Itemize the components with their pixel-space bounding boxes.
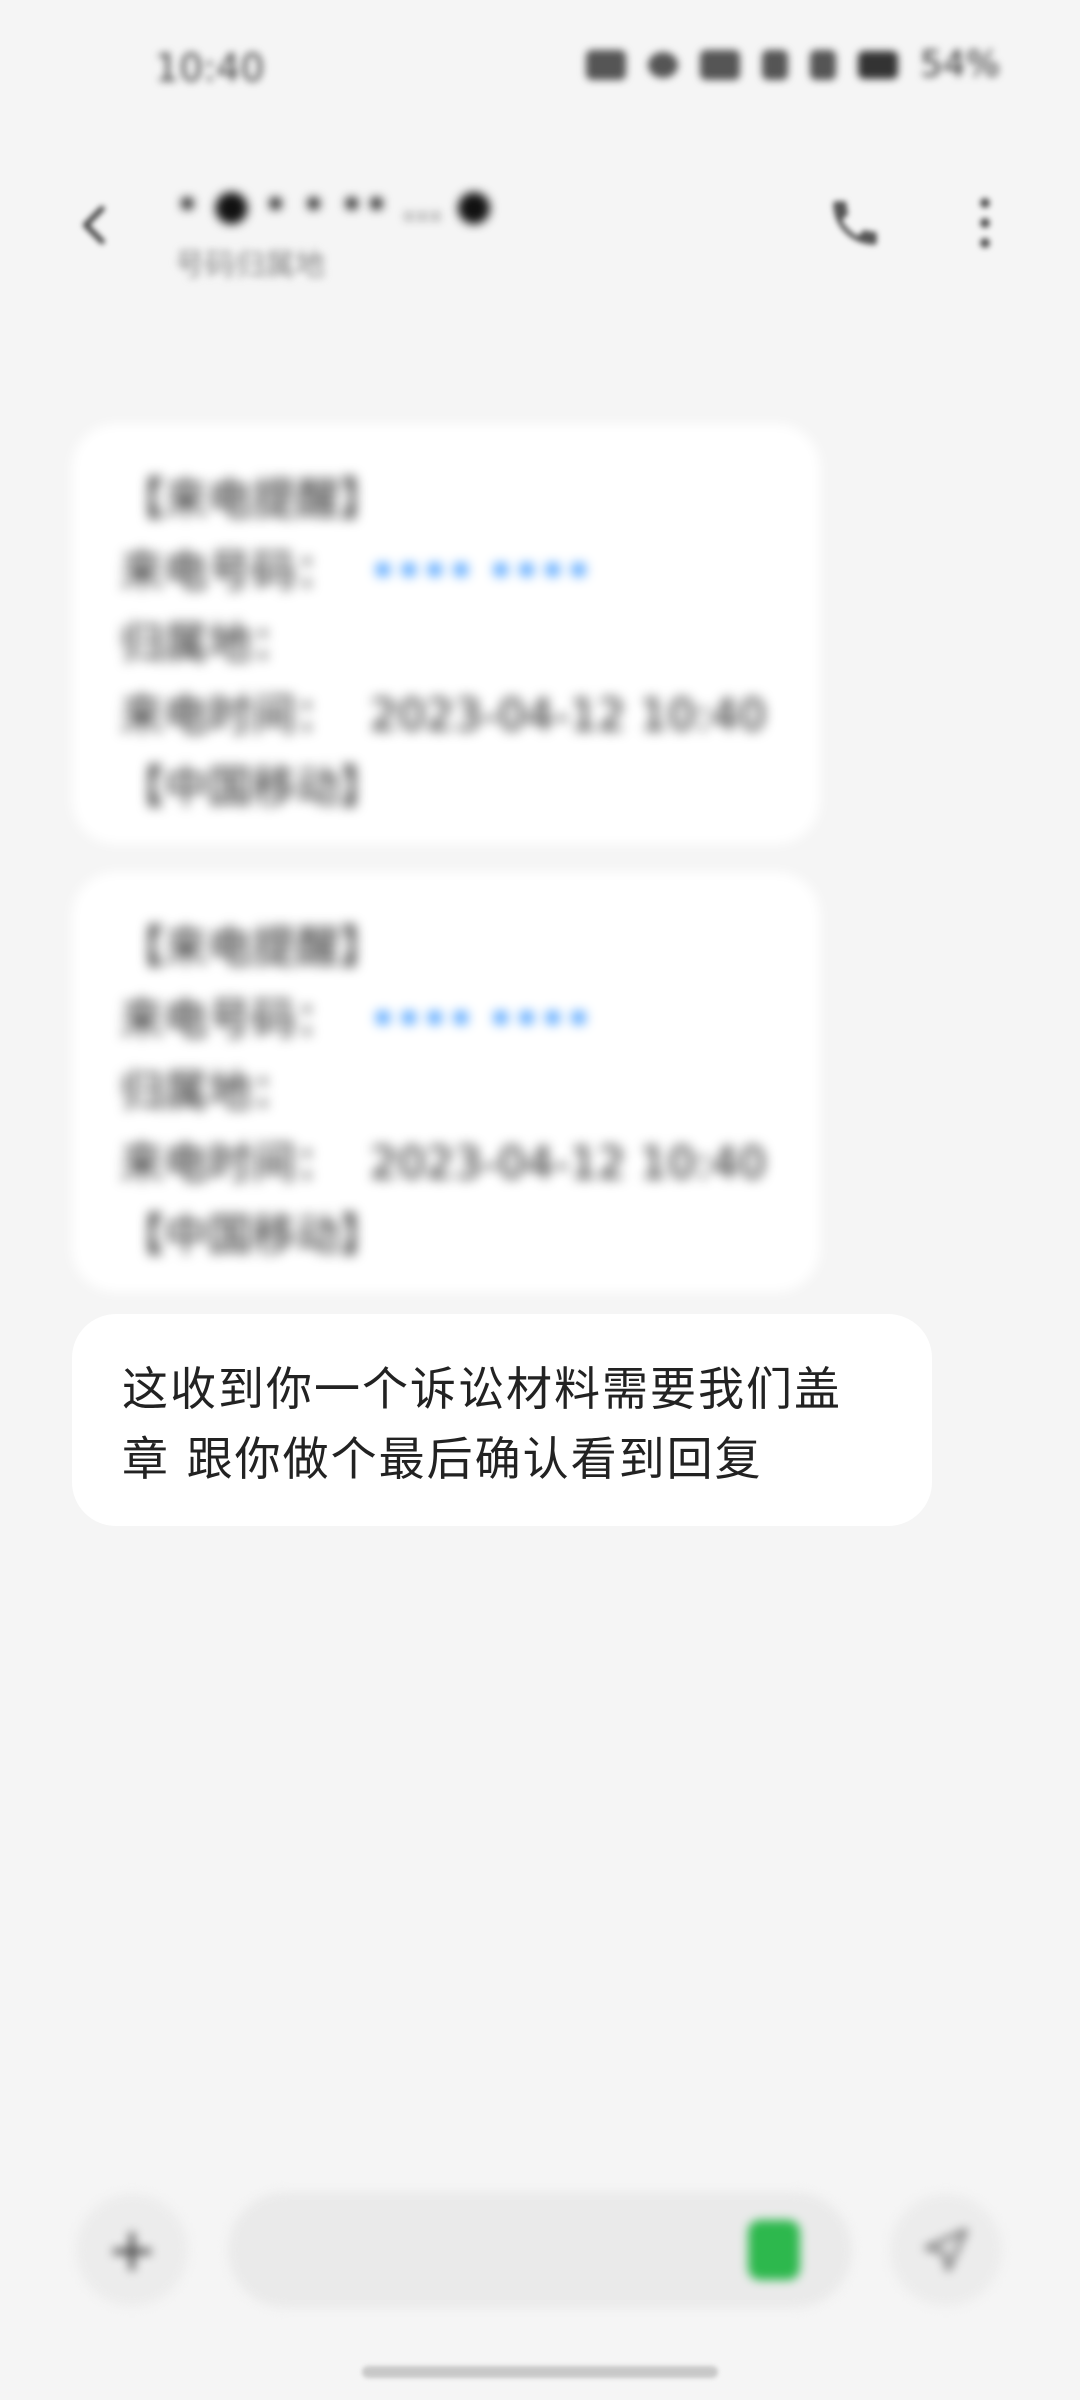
battery-percent: 54%: [919, 44, 1000, 85]
message-line: 归属地：: [120, 1056, 772, 1128]
message-line: 【来电提醒】: [120, 912, 772, 984]
contact-subtitle: 号码归属地: [175, 248, 325, 283]
add-attachment-button[interactable]: +: [76, 2194, 188, 2306]
message-text-line: 章 跟你做个最后确认看到回复: [122, 1432, 763, 1486]
status-icons: 54%: [585, 44, 1000, 85]
call-button[interactable]: [820, 188, 890, 258]
message-line-value: 2023-04-12 10:40: [370, 1138, 767, 1189]
back-button[interactable]: [60, 190, 130, 260]
battery-icon: [857, 50, 898, 79]
cellular-icon: [809, 49, 836, 80]
compose-bar: +: [0, 2180, 1080, 2320]
wifi-icon: [761, 49, 788, 80]
message-bubble[interactable]: 【来电提醒】 来电号码： •••• •••• 归属地： 来电时间： 2023-0…: [72, 872, 820, 1292]
message-line: 【来电提醒】: [120, 464, 772, 536]
sim-card-icon[interactable]: [748, 2220, 800, 2280]
message-line-label: 【来电提醒】: [120, 474, 384, 525]
message-line-value: 2023-04-12 10:40: [370, 690, 767, 741]
message-line-label: 来电号码：: [120, 994, 340, 1045]
message-line: 来电时间： 2023-04-12 10:40: [120, 680, 772, 752]
message-bubble[interactable]: 这收到你一个诉讼材料需要我们盖 章 跟你做个最后确认看到回复: [72, 1314, 932, 1526]
sms-conversation-screen: 10:40 54% • ● • • •• ... ● 号码归属地 【来电提醒】 …: [0, 0, 1080, 2400]
message-line: 来电时间： 2023-04-12 10:40: [120, 1128, 772, 1200]
message-line-label: 归属地：: [120, 618, 296, 669]
back-arrow-icon: [82, 205, 105, 245]
status-bar: 10:40 54%: [0, 0, 1080, 140]
contact-name[interactable]: • ● • • •• ... ●: [175, 174, 492, 234]
message-line-label: 来电时间：: [120, 690, 340, 741]
phone-number-link[interactable]: •••• ••••: [370, 984, 592, 1056]
send-icon: [924, 2228, 968, 2272]
message-line: 归属地：: [120, 608, 772, 680]
message-line-label: 来电号码：: [120, 546, 340, 597]
message-line: 【中国移动】: [120, 752, 772, 824]
message-line-label: 【来电提醒】: [120, 922, 384, 973]
message-line: 来电号码： •••• ••••: [120, 536, 772, 608]
status-time: 10:40: [155, 46, 265, 90]
message-input[interactable]: [228, 2192, 852, 2308]
message-line-label: 【中国移动】: [120, 1210, 384, 1261]
message-line-label: 归属地：: [120, 1066, 296, 1117]
nfc-icon: [699, 49, 740, 80]
more-options-button[interactable]: [955, 188, 1015, 258]
signal-icon: [585, 49, 626, 80]
more-dot-icon: [980, 218, 990, 228]
more-dot-icon: [980, 198, 990, 208]
message-line: 来电号码： •••• ••••: [120, 984, 772, 1056]
message-text-line: 这收到你一个诉讼材料需要我们盖: [122, 1362, 842, 1416]
message-line: 【中国移动】: [120, 1200, 772, 1272]
message-bubble[interactable]: 【来电提醒】 来电号码： •••• •••• 归属地： 来电时间： 2023-0…: [72, 424, 820, 844]
more-dot-icon: [980, 238, 990, 248]
phone-icon: [833, 201, 877, 245]
send-button[interactable]: [890, 2194, 1002, 2306]
conversation-header: • ● • • •• ... ● 号码归属地: [0, 160, 1080, 290]
home-indicator[interactable]: [362, 2366, 718, 2378]
alarm-icon: [647, 51, 678, 78]
message-line-label: 来电时间：: [120, 1138, 340, 1189]
message-line-label: 【中国移动】: [120, 762, 384, 813]
plus-icon: +: [106, 2215, 158, 2285]
phone-number-link[interactable]: •••• ••••: [370, 536, 592, 608]
